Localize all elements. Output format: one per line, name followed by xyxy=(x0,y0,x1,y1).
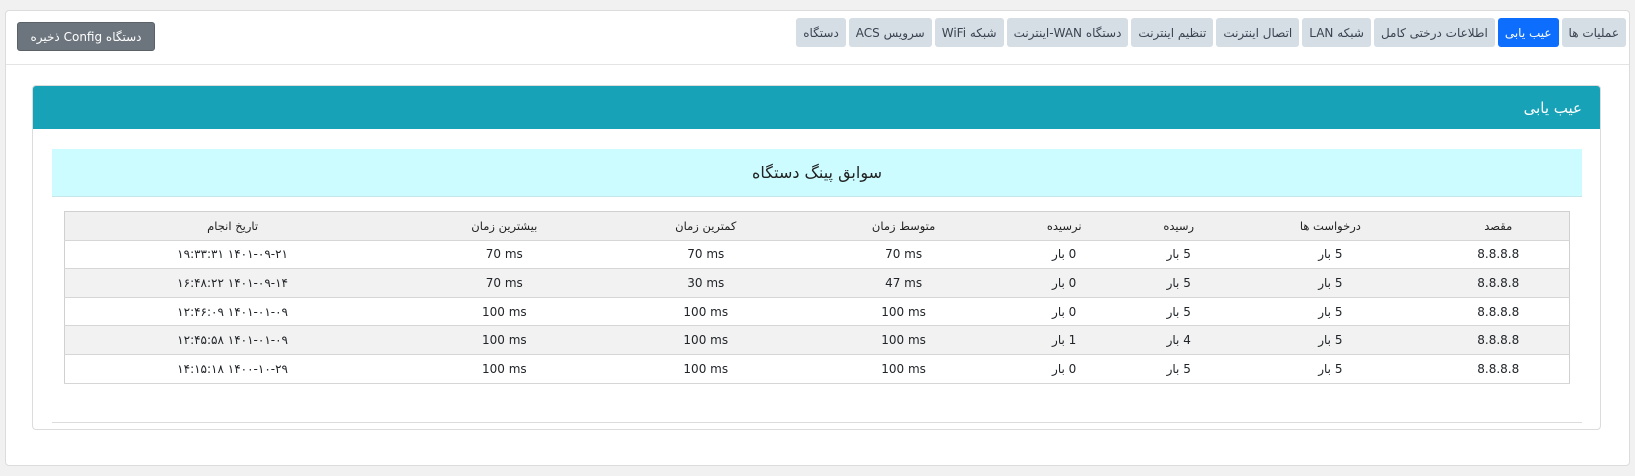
column-header: کمترین زمان xyxy=(608,211,804,241)
table-cell: 100 ms xyxy=(400,354,609,384)
table-cell: ۱۴۰۱-۰۹-۱۴ ۱۶:۴۸:۲۲ xyxy=(64,268,401,298)
main-panel: ذخیره Config دستگاه دستگاه سرویس ACS شبکه … xyxy=(5,10,1630,466)
table-cell: 100 ms xyxy=(608,325,804,355)
table-cell: 5 بار xyxy=(1233,297,1428,327)
table-header-row: مقصد درخواست ها رسیده نرسیده متوسط زمان کمتری… xyxy=(64,211,1570,241)
tab-troubleshooting[interactable]: عیب یابی xyxy=(1497,18,1559,47)
table-cell: 5 بار xyxy=(1233,325,1428,355)
table-cell: 5 بار xyxy=(1124,297,1234,327)
table-cell: 70 ms xyxy=(400,268,609,298)
table-cell: 5 بار xyxy=(1124,240,1234,270)
table-cell: 70 ms xyxy=(803,240,1005,270)
table-body: 8.8.8.8 5 بار 5 بار 0 بار 70 ms 70 ms 70 ms ۱۴۰… xyxy=(64,240,1570,384)
table-cell: 8.8.8.8 xyxy=(1427,354,1570,384)
table-row: 8.8.8.8 5 بار 5 بار 0 بار 100 ms 100 ms 100 ms… xyxy=(64,297,1570,327)
table-cell: 70 ms xyxy=(608,240,804,270)
table-cell: 100 ms xyxy=(400,297,609,327)
table-cell: ۱۴۰۱-۰۱-۰۹ ۱۲:۴۵:۵۸ xyxy=(64,325,401,355)
table-cell: 5 بار xyxy=(1233,354,1428,384)
table-cell: 5 بار xyxy=(1124,268,1234,298)
table-cell: 100 ms xyxy=(803,354,1005,384)
tab-internet-settings[interactable]: تنظیم اینترنت xyxy=(1131,18,1214,47)
diagnostics-card: عیب یابی سوابق پینگ دستگاه مقصد درخواست ه… xyxy=(32,85,1601,430)
table-row: 8.8.8.8 5 بار 5 بار 0 بار 100 ms 100 ms 100 ms… xyxy=(64,354,1570,384)
ping-history-title: سوابق پینگ دستگاه xyxy=(752,163,882,182)
column-header: متوسط زمان xyxy=(803,211,1005,241)
column-header: تاریخ انجام xyxy=(64,211,401,241)
table-cell: 100 ms xyxy=(803,297,1005,327)
tab-operations[interactable]: عملیات ها xyxy=(1561,18,1626,47)
table-cell: 8.8.8.8 xyxy=(1427,297,1570,327)
ping-history-table: مقصد درخواست ها رسیده نرسیده متوسط زمان کمتری… xyxy=(64,211,1570,384)
ping-table-container: مقصد درخواست ها رسیده نرسیده متوسط زمان کمتری… xyxy=(64,211,1570,384)
table-cell: 70 ms xyxy=(400,240,609,270)
table-row: 8.8.8.8 5 بار 5 بار 0 بار 70 ms 70 ms 70 ms ۱۴۰… xyxy=(64,240,1570,270)
table-row: 8.8.8.8 5 بار 5 بار 0 بار 47 ms 30 ms 70 ms ۱۴۰… xyxy=(64,268,1570,298)
table-cell: 8.8.8.8 xyxy=(1427,240,1570,270)
card-title: عیب یابی xyxy=(1523,98,1582,117)
divider xyxy=(52,422,1582,423)
table-cell: 0 بار xyxy=(1004,240,1125,270)
tab-wan-device[interactable]: دستگاه WAN-اینترنت xyxy=(1006,18,1129,47)
tab-lan[interactable]: شبکه LAN xyxy=(1302,18,1371,47)
table-cell: 100 ms xyxy=(608,297,804,327)
table-cell: 100 ms xyxy=(608,354,804,384)
table-cell: 5 بار xyxy=(1124,354,1234,384)
save-config-button[interactable]: ذخیره Config دستگاه xyxy=(17,22,155,51)
column-header: نرسیده xyxy=(1004,211,1125,241)
table-cell: 30 ms xyxy=(608,268,804,298)
table-cell: 1 بار xyxy=(1004,325,1125,355)
table-cell: 47 ms xyxy=(803,268,1005,298)
table-cell: 5 بار xyxy=(1233,240,1428,270)
table-cell: 100 ms xyxy=(400,325,609,355)
table-cell: ۱۴۰۱-۰۹-۲۱ ۱۹:۳۳:۳۱ xyxy=(64,240,401,270)
table-cell: 5 بار xyxy=(1233,268,1428,298)
tab-bar: دستگاه سرویس ACS شبکه WiFi دستگاه WAN-اینتر… xyxy=(796,18,1626,47)
table-cell: 8.8.8.8 xyxy=(1427,268,1570,298)
column-header: مقصد xyxy=(1427,211,1570,241)
column-header: رسیده xyxy=(1124,211,1234,241)
table-cell: ۱۴۰۱-۰۱-۰۹ ۱۲:۴۶:۰۹ xyxy=(64,297,401,327)
table-cell: 4 بار xyxy=(1124,325,1234,355)
tab-internet-connection[interactable]: اتصال اینترنت xyxy=(1216,18,1300,47)
ping-history-banner: سوابق پینگ دستگاه xyxy=(52,149,1582,197)
table-cell: 0 بار xyxy=(1004,297,1125,327)
table-row: 8.8.8.8 5 بار 4 بار 1 بار 100 ms 100 ms 100 ms… xyxy=(64,325,1570,355)
table-cell: 0 بار xyxy=(1004,268,1125,298)
toolbar: ذخیره Config دستگاه دستگاه سرویس ACS شبکه … xyxy=(6,11,1629,65)
column-header: درخواست ها xyxy=(1233,211,1428,241)
table-cell: 8.8.8.8 xyxy=(1427,325,1570,355)
column-header: بیشترین زمان xyxy=(400,211,609,241)
tab-acs-service[interactable]: سرویس ACS xyxy=(848,18,932,47)
card-header: عیب یابی xyxy=(33,86,1600,129)
tab-device[interactable]: دستگاه xyxy=(796,18,846,47)
table-cell: ۱۴۰۰-۱۰-۲۹ ۱۴:۱۵:۱۸ xyxy=(64,354,401,384)
tab-wifi[interactable]: شبکه WiFi xyxy=(934,18,1004,47)
table-cell: 100 ms xyxy=(803,325,1005,355)
tab-full-tree[interactable]: اطلاعات درختی کامل xyxy=(1373,18,1495,47)
table-cell: 0 بار xyxy=(1004,354,1125,384)
